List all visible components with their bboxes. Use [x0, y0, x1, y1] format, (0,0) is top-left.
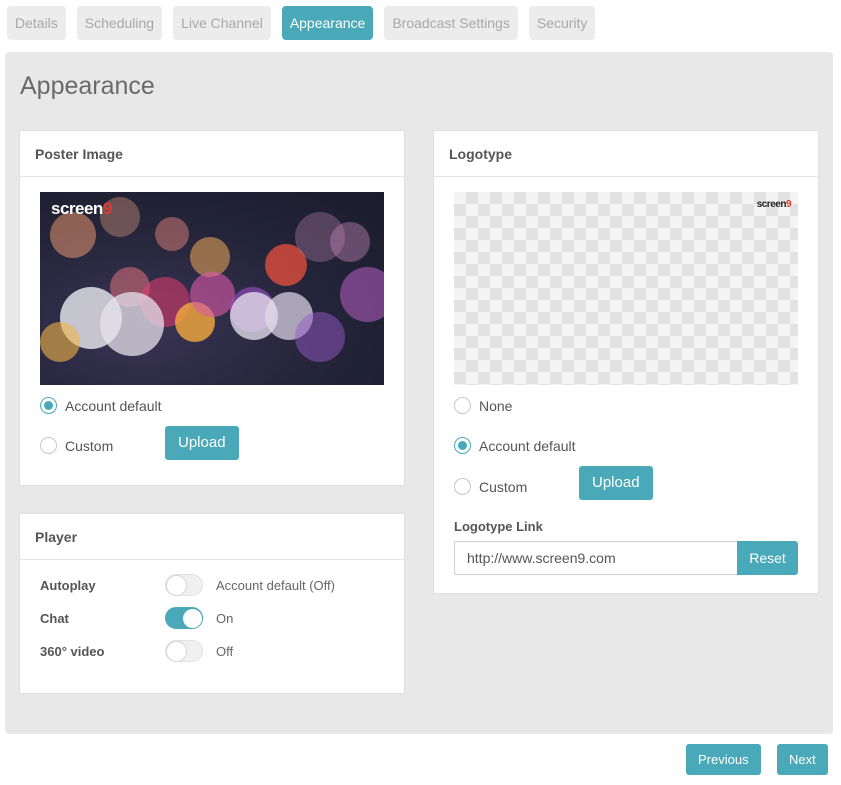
tab-details[interactable]: Details [7, 6, 66, 40]
video-360-label: 360° video [40, 643, 105, 659]
poster-preview-image: screen9 [40, 192, 384, 385]
autoplay-label: Autoplay [40, 577, 96, 593]
previous-button[interactable]: Previous [686, 744, 761, 775]
logotype-custom-label: Custom [479, 478, 528, 495]
logotype-custom-radio[interactable] [454, 478, 471, 495]
player-row-autoplay: Autoplay Account default (Off) [40, 573, 400, 597]
chat-value: On [216, 610, 234, 626]
poster-upload-button[interactable]: Upload [165, 426, 239, 460]
tab-bar: Details Scheduling Live Channel Appearan… [7, 6, 606, 40]
reset-button[interactable]: Reset [737, 541, 798, 575]
poster-custom-label: Custom [65, 437, 114, 454]
tab-security[interactable]: Security [528, 6, 596, 40]
appearance-panel: Appearance Poster Image screen9 Account … [5, 52, 833, 734]
logotype-none-label: None [479, 397, 513, 414]
tab-broadcast-settings[interactable]: Broadcast Settings [384, 6, 518, 40]
video-360-toggle[interactable] [165, 640, 203, 662]
chat-toggle[interactable] [165, 607, 203, 629]
autoplay-value: Account default (Off) [216, 577, 335, 593]
logotype-link-label: Logotype Link [454, 519, 543, 534]
logotype-option-custom[interactable]: Custom [454, 478, 527, 495]
page-title: Appearance [20, 72, 155, 100]
poster-account-default-label: Account default [65, 397, 162, 414]
player-row-360-video: 360° video Off [40, 639, 400, 663]
player-header: Player [20, 514, 404, 560]
chat-label: Chat [40, 610, 69, 626]
toggle-knob [166, 575, 187, 596]
logotype-upload-button[interactable]: Upload [579, 466, 653, 500]
poster-custom-radio[interactable] [40, 437, 57, 454]
poster-account-default-radio[interactable] [40, 397, 57, 414]
logotype-none-radio[interactable] [454, 397, 471, 414]
autoplay-toggle[interactable] [165, 574, 203, 596]
tab-appearance[interactable]: Appearance [281, 6, 374, 40]
logotype-link-input[interactable] [454, 541, 737, 575]
logotype-header: Logotype [434, 131, 818, 177]
logotype-option-account-default[interactable]: Account default [454, 437, 576, 454]
poster-logo: screen9 [51, 199, 112, 218]
next-button[interactable]: Next [777, 744, 828, 775]
logotype-card: Logotype screen9 None Account default Cu… [433, 130, 819, 594]
poster-image-card: Poster Image screen9 Account default Cus… [19, 130, 405, 486]
poster-option-custom[interactable]: Custom [40, 437, 113, 454]
video-360-value: Off [216, 643, 234, 659]
logotype-account-default-radio[interactable] [454, 437, 471, 454]
player-row-chat: Chat On [40, 606, 400, 630]
logotype-preview: screen9 [454, 192, 798, 385]
toggle-knob [166, 641, 187, 662]
tab-live-channel[interactable]: Live Channel [173, 6, 271, 40]
toggle-knob [182, 608, 203, 629]
logotype-account-default-label: Account default [479, 437, 576, 454]
logotype-logo: screen9 [756, 199, 792, 210]
poster-option-account-default[interactable]: Account default [40, 397, 162, 414]
logotype-option-none[interactable]: None [454, 397, 512, 414]
poster-image-header: Poster Image [20, 131, 404, 177]
player-card: Player Autoplay Account default (Off) Ch… [19, 513, 405, 694]
tab-scheduling[interactable]: Scheduling [76, 6, 163, 40]
